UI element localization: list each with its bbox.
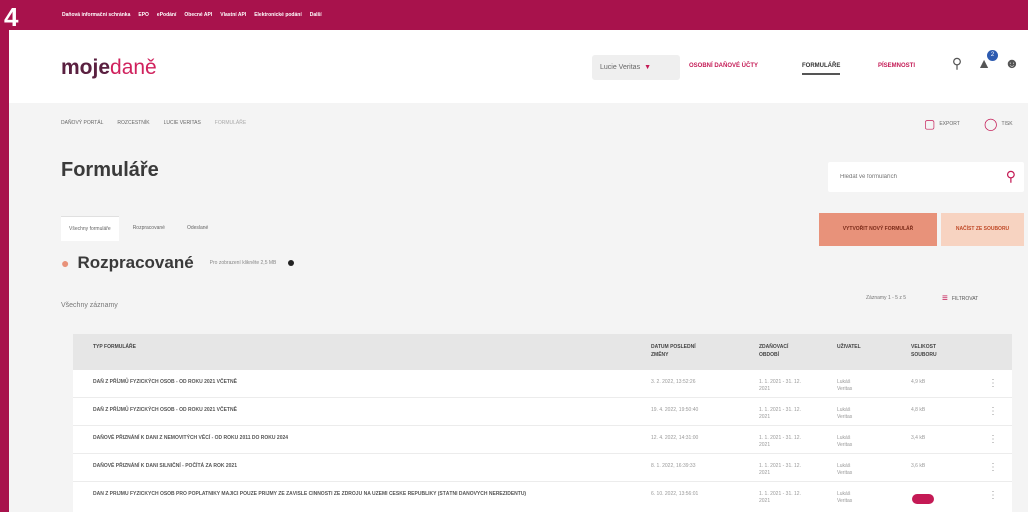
caret-down-icon: ▼: [644, 64, 652, 71]
logo[interactable]: mojedaně: [61, 56, 157, 80]
column-header-date[interactable]: DATUM POSLEDNÍ ZMĚNY: [651, 343, 711, 359]
top-link-epo[interactable]: EPO: [138, 12, 149, 18]
top-link-epodani[interactable]: ePodání: [157, 12, 176, 18]
cell-user: Lukáš Veritas: [837, 463, 853, 476]
cell-size: 3,6 kB: [911, 463, 926, 469]
top-link-datova-schranka[interactable]: Daňová informační schránka: [62, 12, 130, 18]
more-icon[interactable]: ⋮: [988, 406, 998, 417]
info-dot-icon[interactable]: [288, 260, 295, 266]
tab-rozpracovane[interactable]: Rozpracované: [125, 216, 173, 241]
cell-period: 1. 1. 2021 - 31. 12. 2021: [759, 463, 801, 476]
cell-user: Lukáš Veritas: [837, 379, 853, 392]
cell-period: 1. 1. 2021 - 31. 12. 2021: [759, 407, 801, 420]
cell-size: 4,8 kB: [911, 407, 926, 413]
left-frame-border: [0, 0, 9, 512]
cell-user: Lukáš Veritas: [837, 435, 853, 448]
cell-user: Lukáš Veritas: [837, 491, 853, 504]
cell-date: 19. 4. 2022, 19:50:40: [651, 407, 699, 413]
tabs: Všechny formuláře Rozpracované Odeslané: [61, 216, 216, 241]
filter-icon: ≡: [942, 293, 948, 304]
status-pill: [912, 494, 934, 504]
draft-icon: ●: [61, 255, 70, 271]
filter-label: FILTROVAT: [951, 295, 979, 302]
cell-date: 12. 4. 2022, 14:31:00: [651, 435, 699, 441]
cell-period: 1. 1. 2021 - 31. 12. 2021: [759, 379, 801, 392]
more-icon[interactable]: ⋮: [988, 490, 998, 501]
main-content: DAŇOVÝ PORTÁL ROZCESTNÍK LUCIE VERITAS F…: [9, 103, 1028, 512]
section-title: Rozpracované: [77, 253, 194, 272]
cell-date: 8. 1. 2022, 16:39:33: [651, 463, 696, 469]
printer-icon: ◯: [984, 117, 998, 131]
cell-type: DAŇOVÉ PŘIZNÁNÍ K DANI SILNIČNÍ - POČÍTÁ…: [93, 463, 237, 469]
table-row[interactable]: DAŇOVÉ PŘIZNÁNÍ K DANI SILNIČNÍ - POČÍTÁ…: [73, 454, 1012, 482]
more-icon[interactable]: ⋮: [988, 378, 998, 389]
print-label: TISK: [1001, 121, 1013, 127]
top-link-elektronicke-podani[interactable]: Elektronické podání: [254, 12, 302, 18]
table-row[interactable]: DAŇ Z PŘÍJMŮ FYZICKÝCH OSOB - OD ROKU 20…: [73, 370, 1012, 398]
section-note: Pro zobrazení klikněte 2,5 MB: [209, 260, 277, 266]
column-header-type[interactable]: TYP FORMULÁŘE: [93, 343, 136, 351]
column-header-size[interactable]: VELIKOST SOUBORU: [911, 343, 951, 359]
file-icon: ▢: [924, 117, 936, 131]
load-file-button[interactable]: NAČÍST ZE SOUBORU: [941, 213, 1024, 246]
column-header-user[interactable]: UŽIVATEL: [837, 343, 861, 351]
top-bar: Daňová informační schránka EPO ePodání O…: [0, 0, 1028, 30]
print-button[interactable]: ◯ TISK: [984, 117, 1013, 131]
breadcrumb-item[interactable]: DAŇOVÝ PORTÁL: [61, 120, 103, 126]
breadcrumb-item[interactable]: LUCIE VERITAS: [164, 120, 201, 126]
notification-badge: 2: [987, 50, 998, 61]
cell-type: DAŇOVÉ PŘIZNÁNÍ K DANI Z NEMOVITÝCH VĚCÍ…: [93, 435, 289, 441]
cell-date: 6. 10. 2022, 13:56:01: [651, 491, 699, 497]
cell-size: 4,9 kB: [911, 379, 926, 385]
nav-osobni-danove-ucty[interactable]: OSOBNÍ DAŇOVÉ ÚČTY: [689, 63, 758, 69]
breadcrumb-current: FORMULÁŘE: [214, 120, 247, 126]
table-header: TYP FORMULÁŘE DATUM POSLEDNÍ ZMĚNY ZDAŇO…: [73, 334, 1012, 370]
new-form-button[interactable]: VYTVOŘIT NOVÝ FORMULÁŘ: [819, 213, 937, 246]
top-link-obecne-api[interactable]: Obecné API: [184, 12, 212, 18]
cell-date: 3. 2. 2022, 13:52:26: [651, 379, 696, 385]
logo-main: moje: [61, 56, 111, 79]
section-header: ● Rozpracované Pro zobrazení klikněte 2,…: [61, 253, 295, 273]
filter-button[interactable]: ≡ FILTROVAT: [942, 293, 978, 304]
search-icon[interactable]: ⚲: [948, 55, 966, 75]
breadcrumb: DAŇOVÝ PORTÁL ROZCESTNÍK LUCIE VERITAS F…: [61, 120, 246, 126]
user-selector[interactable]: Lucie Veritas ▼: [592, 55, 680, 80]
cell-type: DAŇ Z PŘÍJMŮ FYZICKÝCH OSOB - OD ROKU 20…: [93, 379, 237, 385]
table-row[interactable]: DAŇ Z PŘÍJMŮ FYZICKÝCH OSOB - OD ROKU 20…: [73, 398, 1012, 426]
cell-period: 1. 1. 2021 - 31. 12. 2021: [759, 435, 801, 448]
nav-pisemnosti[interactable]: PÍSEMNOSTI: [878, 63, 915, 69]
page-title: Formuláře: [61, 159, 159, 181]
tab-vsechny-formulare[interactable]: Všechny formuláře: [61, 216, 119, 241]
cell-type: DAŇ Z PŘÍJMŮ FYZICKÝCH OSOB PRO POPLATNÍ…: [93, 491, 527, 497]
cell-size: 3,4 kB: [911, 435, 926, 441]
user-icon[interactable]: ☻: [1003, 55, 1021, 75]
table-row[interactable]: DAŇOVÉ PŘIZNÁNÍ K DANI Z NEMOVITÝCH VĚCÍ…: [73, 426, 1012, 454]
cell-type: DAŇ Z PŘÍJMŮ FYZICKÝCH OSOB - OD ROKU 20…: [93, 407, 237, 413]
all-records-label: Všechny záznamy: [61, 302, 118, 309]
pagination-info: Záznamy 1 - 5 z 5: [866, 295, 907, 301]
cell-period: 1. 1. 2021 - 31. 12. 2021: [759, 491, 801, 504]
table-row[interactable]: DAŇ Z PŘÍJMŮ FYZICKÝCH OSOB PRO POPLATNÍ…: [73, 482, 1012, 510]
more-icon[interactable]: ⋮: [988, 462, 998, 473]
column-header-period[interactable]: ZDAŇOVACÍ OBDOBÍ: [759, 343, 809, 359]
nav-formulare[interactable]: FORMULÁŘE: [802, 63, 841, 75]
search-box: ⚲: [828, 162, 1024, 192]
search-input[interactable]: [828, 162, 988, 192]
top-links: Daňová informační schránka EPO ePodání O…: [62, 12, 322, 18]
header: mojedaně Lucie Veritas ▼ OSOBNÍ DAŇOVÉ ÚČ…: [9, 30, 1028, 103]
top-link-vlastni-api[interactable]: Vlastní API: [220, 12, 246, 18]
top-link-dalsi[interactable]: Další: [310, 12, 322, 18]
logo-accent: daně: [110, 56, 157, 79]
breadcrumb-item[interactable]: ROZCESTNÍK: [117, 120, 149, 126]
user-selector-label: Lucie Veritas: [600, 64, 641, 71]
more-icon[interactable]: ⋮: [988, 434, 998, 445]
forms-table: TYP FORMULÁŘE DATUM POSLEDNÍ ZMĚNY ZDAŇO…: [73, 334, 1012, 512]
export-button[interactable]: ▢ EXPORT: [924, 117, 960, 131]
cell-user: Lukáš Veritas: [837, 407, 853, 420]
search-icon[interactable]: ⚲: [1006, 168, 1016, 185]
tab-odeslane[interactable]: Odeslané: [179, 216, 216, 241]
export-label: EXPORT: [939, 121, 960, 127]
